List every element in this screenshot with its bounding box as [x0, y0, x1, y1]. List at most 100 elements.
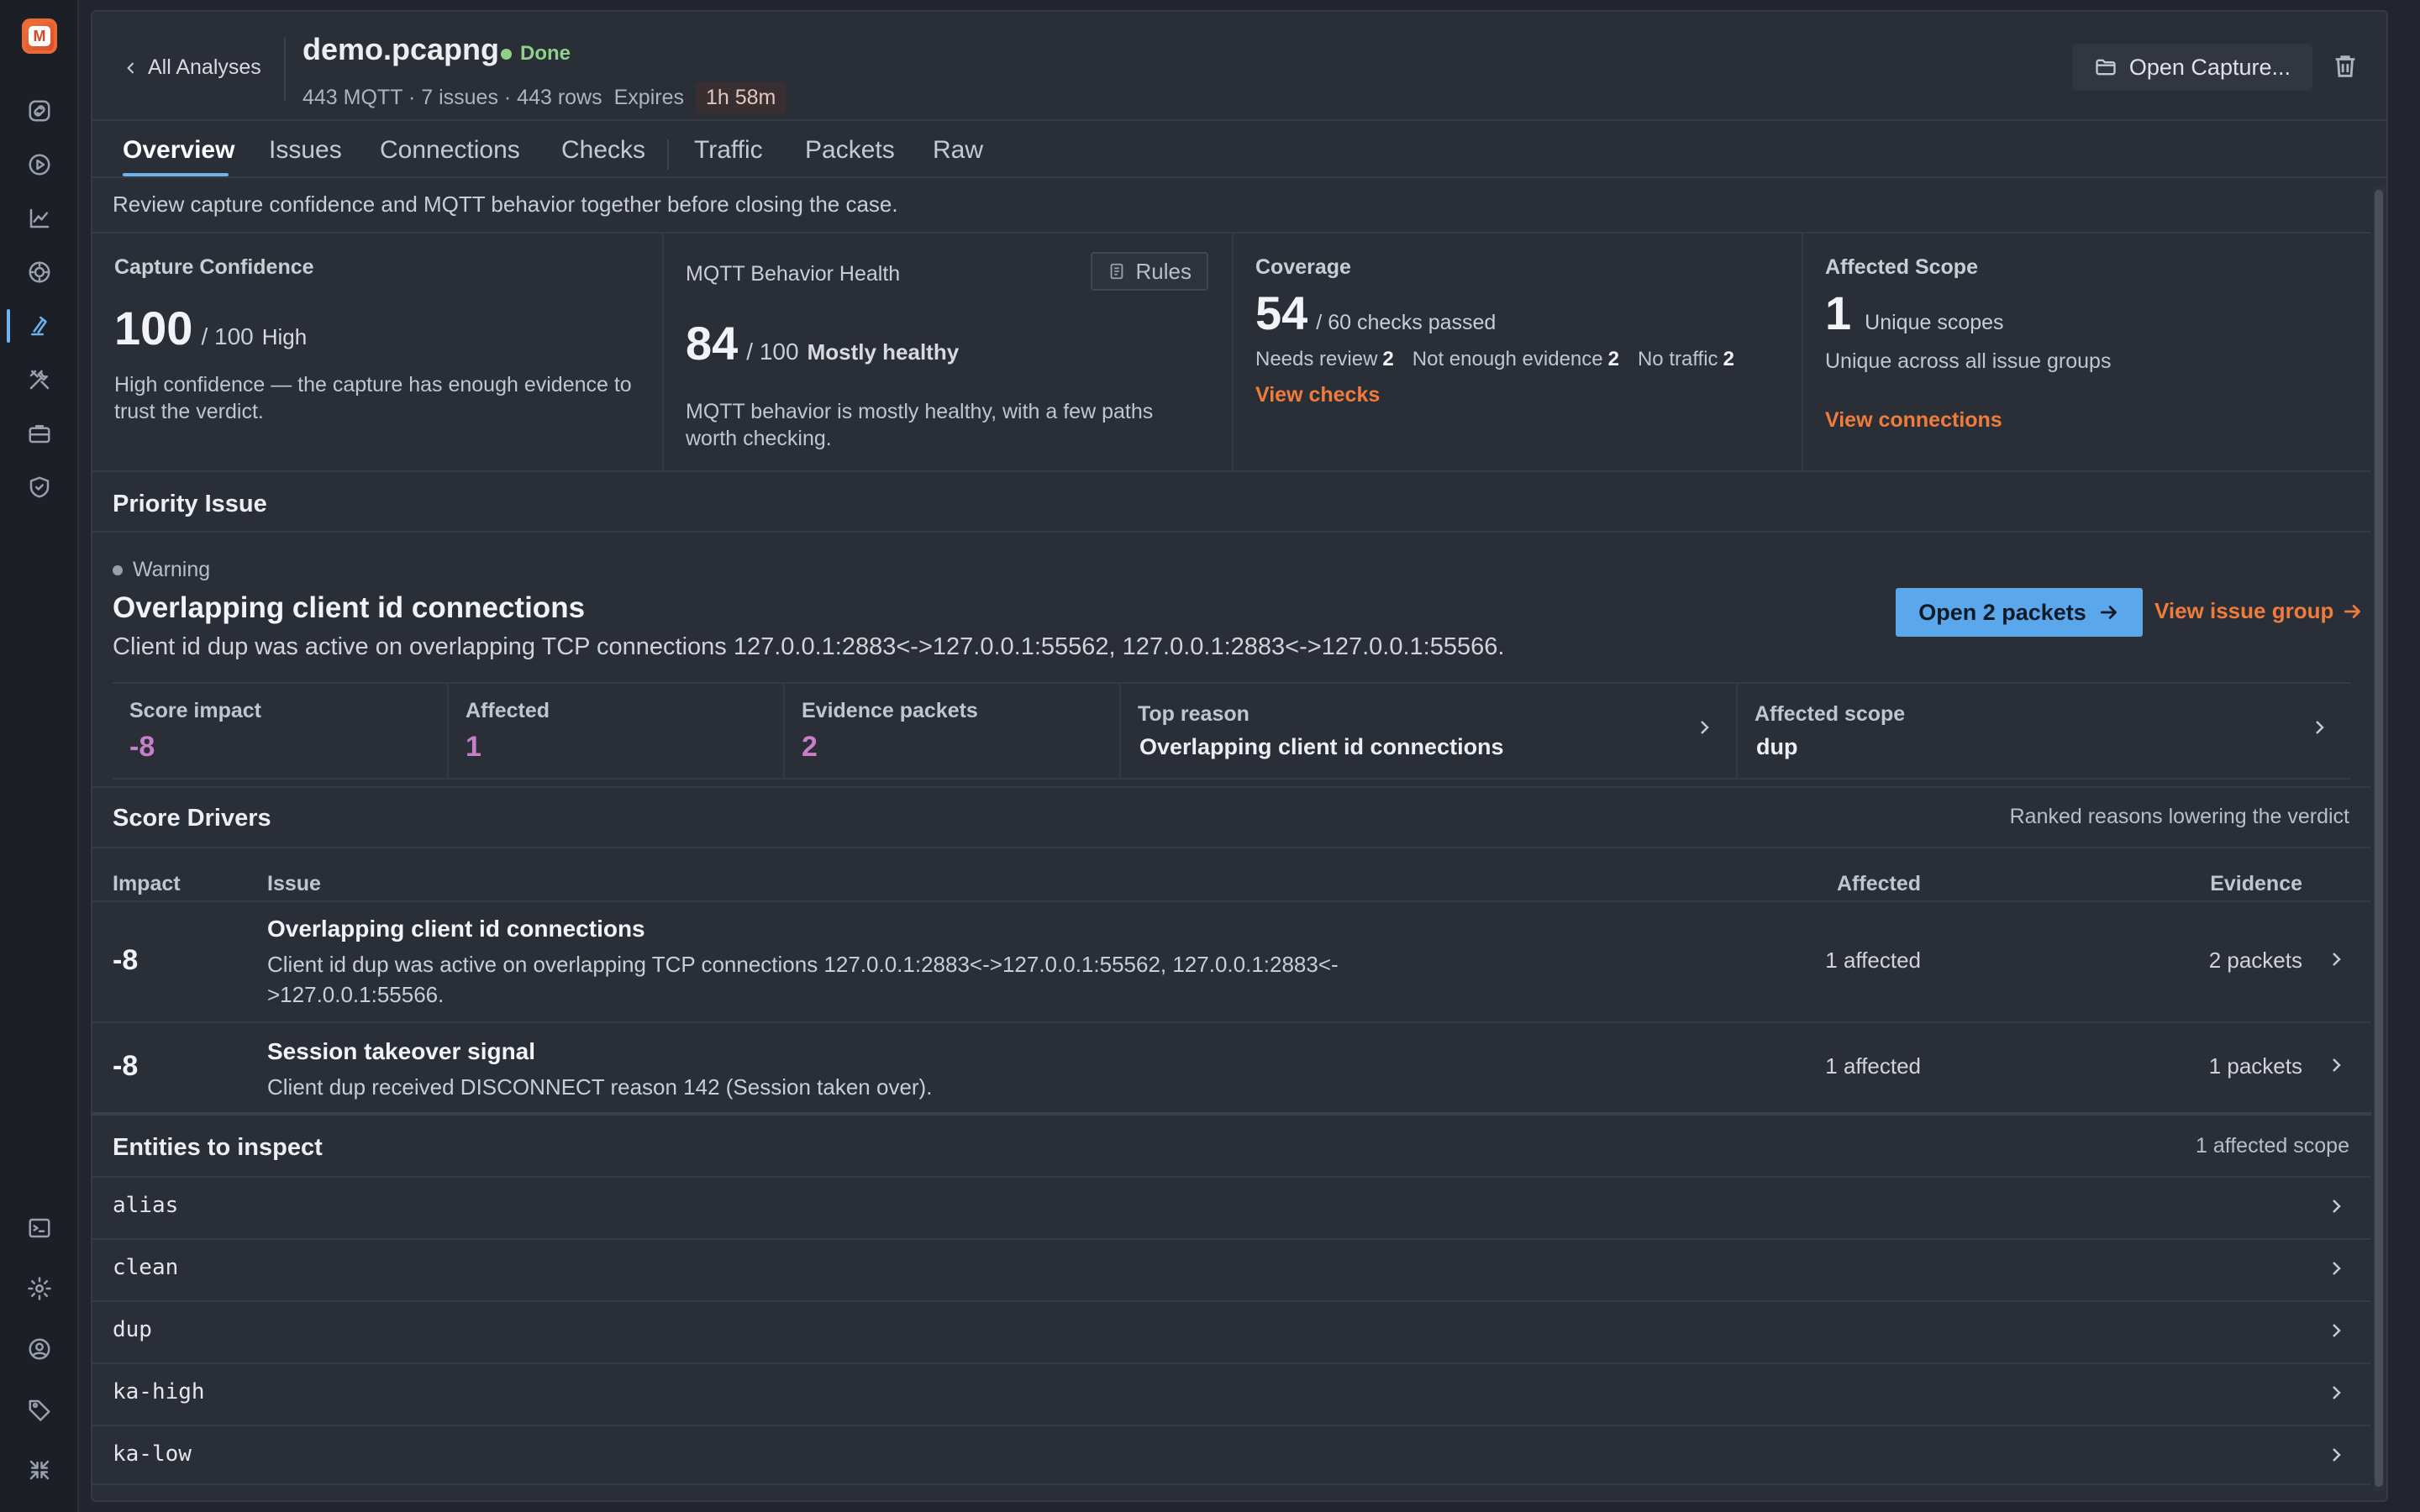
arrow-right-icon	[2100, 606, 2117, 619]
metric-evidence-packets: Evidence packets 2	[785, 684, 1121, 778]
metric-text: Overlapping client id connections	[1139, 734, 1504, 759]
tab-checks[interactable]: Checks	[561, 136, 645, 165]
row-affected: 1 affected	[1825, 948, 1921, 973]
briefcase-icon[interactable]	[23, 417, 56, 450]
rules-button[interactable]: Rules	[1090, 252, 1208, 291]
tab-bar: Overview Issues Connections Checks Traff…	[92, 121, 2386, 178]
view-checks-link[interactable]: View checks	[1255, 383, 1380, 407]
metric-affected: Affected 1	[449, 684, 785, 778]
tab-packets[interactable]: Packets	[805, 136, 895, 165]
tab-overview[interactable]: Overview	[123, 136, 234, 165]
view-connections-link[interactable]: View connections	[1825, 408, 2002, 433]
list-item[interactable]: ka-low	[92, 1425, 2371, 1485]
metric-affected-scope[interactable]: Affected scope dup	[1738, 684, 2351, 778]
folder-icon	[2096, 59, 2116, 76]
list-item[interactable]: clean	[92, 1238, 2371, 1299]
score-drivers-heading: Score Drivers	[113, 805, 271, 832]
card-desc-line: High confidence — the capture has enough…	[114, 373, 632, 396]
metric-top-reason[interactable]: Top reason Overlapping client id connect…	[1121, 684, 1738, 778]
back-link[interactable]: All Analyses	[123, 55, 261, 80]
sidebar: M	[0, 0, 79, 1512]
chart-icon[interactable]	[23, 202, 56, 235]
flask-icon[interactable]	[23, 309, 56, 343]
user-icon[interactable]	[23, 1332, 56, 1366]
open-packets-button[interactable]: Open 2 packets	[1896, 588, 2143, 637]
tab-connections[interactable]: Connections	[380, 136, 520, 165]
rules-label: Rules	[1135, 258, 1192, 284]
gear-icon[interactable]	[23, 1272, 56, 1305]
row-evidence: 2 packets	[2208, 948, 2302, 973]
app-logo[interactable]: M	[22, 18, 57, 54]
link-icon[interactable]	[23, 94, 56, 128]
trash-icon	[2335, 55, 2355, 77]
status-badge: Done	[501, 42, 571, 66]
document-icon	[1110, 263, 1123, 280]
card-title: Capture Confidence	[114, 255, 314, 279]
severity-dot-icon	[113, 564, 123, 575]
entities-subtitle: 1 affected scope	[2195, 1134, 2349, 1158]
list-item[interactable]: alias	[92, 1176, 2371, 1236]
active-tab-indicator	[123, 173, 229, 176]
priority-issue-title: Overlapping client id connections	[113, 591, 586, 624]
scrollbar[interactable]	[2373, 186, 2385, 1490]
metric-label: Affected	[466, 699, 550, 722]
open-capture-button[interactable]: Open Capture...	[2071, 44, 2312, 91]
open-packets-label: Open 2 packets	[1918, 599, 2086, 625]
score-quality: Mostly healthy	[807, 339, 960, 365]
column-header-impact: Impact	[113, 872, 181, 895]
entity-name: clean	[113, 1255, 179, 1280]
column-header-issue: Issue	[267, 872, 321, 895]
collapse-icon[interactable]	[23, 1453, 56, 1487]
priority-metrics: Score impact -8 Affected 1 Evidence pack…	[113, 682, 2351, 780]
card-title: Affected Scope	[1825, 255, 1978, 279]
score-of: / 60 checks passed	[1316, 311, 1497, 334]
entity-name: ka-low	[113, 1441, 192, 1467]
scrollbar-thumb[interactable]	[2375, 190, 2383, 1487]
score-value: 100	[114, 302, 193, 354]
tab-issues[interactable]: Issues	[269, 136, 342, 165]
play-icon[interactable]	[23, 148, 56, 181]
open-capture-label: Open Capture...	[2128, 54, 2291, 80]
entity-name: alias	[113, 1193, 179, 1218]
target-icon[interactable]	[23, 255, 56, 289]
card-coverage: Coverage 54 / 60 checks passed Needs rev…	[1234, 234, 1803, 472]
no-traffic-count: No traffic 2	[1637, 348, 1734, 370]
view-issue-group-link[interactable]: View issue group	[2154, 598, 2364, 624]
divider	[92, 786, 2371, 788]
page-title: demo.pcapng	[302, 32, 500, 66]
header-summary: 443 MQTT · 7 issues · 443 rows Expires 1…	[302, 82, 786, 113]
tag-icon[interactable]	[23, 1393, 56, 1426]
confidence-score: 100 / 100 High	[114, 301, 307, 355]
priority-issue-desc: Client id dup was active on overlapping …	[113, 633, 1505, 660]
card-title: MQTT Behavior Health	[686, 262, 901, 286]
sidebar-active-indicator	[7, 309, 10, 343]
severity-badge: Warning	[113, 558, 210, 582]
metric-label: Evidence packets	[802, 699, 978, 722]
app-window: M All Analyses demo.pcapng Done 443 MQTT…	[0, 0, 2420, 1512]
shield-icon[interactable]	[23, 470, 56, 504]
terminal-icon[interactable]	[23, 1211, 56, 1245]
tab-raw[interactable]: Raw	[933, 136, 983, 165]
scope-score: 1 Unique scopes	[1825, 286, 2004, 340]
severity-label: Warning	[133, 558, 211, 581]
expires-badge: 1h 58m	[695, 82, 786, 113]
row-evidence: 1 packets	[2208, 1053, 2302, 1079]
list-item[interactable]: ka-high	[92, 1362, 2371, 1423]
header-divider	[284, 37, 286, 101]
list-item[interactable]: dup	[92, 1300, 2371, 1361]
divider	[92, 847, 2371, 848]
divider	[92, 1021, 2371, 1023]
delete-button[interactable]	[2331, 52, 2361, 82]
coverage-counts: Needs review 2 Not enough evidence 2 No tr…	[1255, 348, 1734, 371]
not-enough-evidence-count: Not enough evidence 2	[1412, 348, 1619, 370]
score-value: 84	[686, 317, 739, 370]
score-value: 1	[1825, 286, 1852, 339]
row-desc: Client id dup was active on overlapping …	[267, 952, 1339, 977]
chevron-right-icon	[1694, 717, 1716, 739]
coverage-score: 54 / 60 checks passed	[1255, 286, 1496, 340]
row-title: Session takeover signal	[267, 1038, 536, 1064]
row-desc: >127.0.0.1:55566.	[267, 982, 445, 1007]
analysis-header: All Analyses demo.pcapng Done 443 MQTT ·…	[92, 12, 2386, 121]
tools-icon[interactable]	[23, 363, 56, 396]
tab-traffic[interactable]: Traffic	[694, 136, 763, 165]
